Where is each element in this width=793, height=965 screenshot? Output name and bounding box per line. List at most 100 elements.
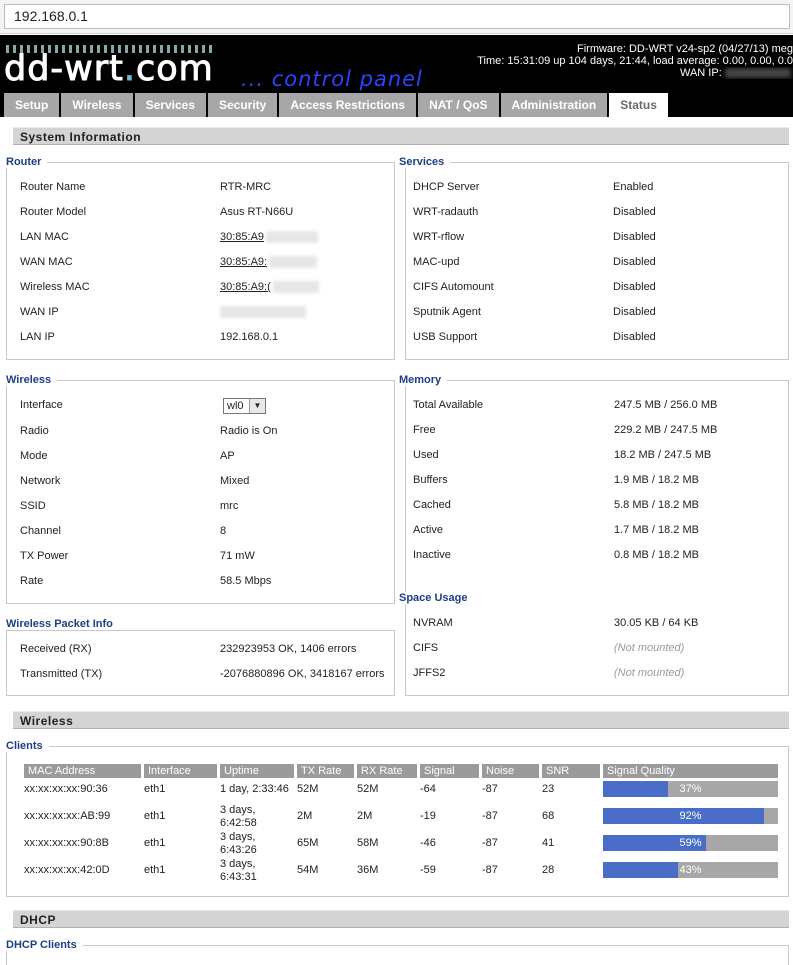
- client-uptime: 3 days,: [220, 858, 256, 870]
- lan-mac-mac-text[interactable]: 30:85:A9: [220, 231, 264, 243]
- jffs2-value: (Not mounted): [614, 667, 684, 679]
- column-header-signal[interactable]: Signal: [420, 764, 479, 778]
- wan-ip-row: WAN IP:: [679, 67, 793, 79]
- wireless-mac-label: Wireless MAC: [20, 281, 90, 293]
- wan-ip-redacted: [724, 68, 791, 79]
- section-system-information: System Information: [13, 127, 789, 145]
- rate-value-text: 58.5 Mbps: [220, 575, 272, 587]
- lan-mac-redacted: [266, 231, 319, 244]
- wireless-mac-mac-text[interactable]: 30:85:A9:(: [220, 281, 271, 293]
- transmitted-tx-value-text: -2076880896 OK, 3418167 errors: [220, 668, 385, 680]
- dhcp-server-label: DHCP Server: [413, 181, 480, 193]
- sputnik-agent-value-text: Disabled: [613, 306, 656, 318]
- client-noise: -87: [482, 837, 498, 849]
- client-uptime: 3 days,: [220, 804, 256, 816]
- channel-value-text: 8: [220, 525, 227, 537]
- packet-info-legend: Wireless Packet Info: [6, 618, 119, 630]
- wan-ip-label: WAN IP:: [680, 67, 722, 79]
- channel-label: Channel: [20, 525, 61, 537]
- tab-administration[interactable]: Administration: [500, 93, 610, 117]
- signal-quality-percent: 43%: [679, 864, 702, 876]
- usb-support-label: USB Support: [413, 331, 478, 343]
- wan-mac-label: WAN MAC: [20, 256, 73, 268]
- free-label: Free: [413, 424, 436, 436]
- mode-value: AP: [220, 450, 235, 462]
- tab-setup[interactable]: Setup: [4, 93, 62, 117]
- lan-mac-label: LAN MAC: [20, 231, 69, 243]
- used-value: 18.2 MB / 247.5 MB: [614, 449, 711, 461]
- client-snr: 41: [542, 837, 555, 849]
- browser-toolbar: 192.168.0.1: [0, 0, 793, 34]
- tab-wireless[interactable]: Wireless: [61, 93, 135, 117]
- column-header-rx-rate[interactable]: RX Rate: [357, 764, 417, 778]
- total-available-value: 247.5 MB / 256.0 MB: [614, 399, 717, 411]
- wireless-mac-value: 30:85:A9:(: [220, 281, 319, 294]
- client-tx-rate: 2M: [297, 810, 313, 822]
- interface-select[interactable]: wl0 ▼: [223, 398, 266, 414]
- free-value-text: 229.2 MB / 247.5 MB: [614, 424, 718, 436]
- inactive-value: 0.8 MB / 18.2 MB: [614, 549, 699, 561]
- tx-power-label: TX Power: [20, 550, 69, 562]
- active-label: Active: [413, 524, 443, 536]
- total-available-label: Total Available: [413, 399, 484, 411]
- column-header-uptime[interactable]: Uptime: [220, 764, 294, 778]
- address-bar[interactable]: 192.168.0.1: [4, 4, 790, 29]
- nvram-value-text: 30.05 KB / 64 KB: [614, 617, 699, 629]
- rate-value: 58.5 Mbps: [220, 575, 271, 587]
- dhcp-clients-legend: DHCP Clients: [6, 939, 83, 951]
- column-header-snr[interactable]: SNR: [542, 764, 600, 778]
- transmitted-tx-label: Transmitted (TX): [20, 668, 103, 680]
- nvram-value: 30.05 KB / 64 KB: [614, 617, 698, 629]
- tab-nat-qos[interactable]: NAT / QoS: [418, 93, 501, 117]
- buffers-value-text: 1.9 MB / 18.2 MB: [614, 474, 699, 486]
- active-value: 1.7 MB / 18.2 MB: [614, 524, 699, 536]
- client-signal: -64: [420, 783, 436, 795]
- client-interface: eth1: [144, 837, 166, 849]
- network-label: Network: [20, 475, 61, 487]
- clients-legend: Clients: [6, 740, 49, 752]
- wan-ip-redacted: [220, 306, 306, 319]
- mode-value-text: AP: [220, 450, 235, 462]
- sputnik-agent-label: Sputnik Agent: [413, 306, 481, 318]
- client-noise: -87: [482, 783, 498, 795]
- router-legend: Router: [6, 156, 48, 168]
- address-text[interactable]: 192.168.0.1: [14, 8, 88, 24]
- chevron-down-icon[interactable]: ▼: [249, 399, 265, 413]
- wrt-rflow-value-text: Disabled: [613, 231, 656, 243]
- buffers-value: 1.9 MB / 18.2 MB: [614, 474, 699, 486]
- wan-mac-value: 30:85:A9:: [220, 256, 318, 269]
- logo[interactable]: dd-wrt.com: [4, 49, 214, 90]
- tab-security[interactable]: Security: [208, 93, 280, 117]
- client-uptime-time: 6:43:26: [220, 844, 257, 856]
- ssid-value-text: mrc: [220, 500, 239, 512]
- cifs-value: (Not mounted): [614, 642, 684, 654]
- mac-upd-value-text: Disabled: [613, 256, 656, 268]
- column-header-signal-quality[interactable]: Signal Quality: [603, 764, 778, 778]
- client-rx-rate: 36M: [357, 864, 379, 876]
- client-snr: 68: [542, 810, 555, 822]
- column-header-noise[interactable]: Noise: [482, 764, 539, 778]
- tab-access-restrictions[interactable]: Access Restrictions: [279, 93, 419, 117]
- mac-upd-value: Disabled: [613, 256, 656, 268]
- wireless-mac-redacted: [272, 281, 319, 294]
- client-rx-rate: 58M: [357, 837, 379, 849]
- services-legend: Services: [399, 156, 451, 168]
- tab-status[interactable]: Status: [609, 93, 670, 117]
- wireless-legend: Wireless: [6, 374, 58, 386]
- inactive-value-text: 0.8 MB / 18.2 MB: [614, 549, 699, 561]
- router-name-value-text: RTR-MRC: [220, 181, 272, 193]
- wrt-radauth-label: WRT-radauth: [413, 206, 479, 218]
- used-value-text: 18.2 MB / 247.5 MB: [614, 449, 712, 461]
- tab-services[interactable]: Services: [134, 93, 208, 117]
- router-model-value-text: Asus RT-N66U: [220, 206, 294, 218]
- column-header-interface[interactable]: Interface: [144, 764, 217, 778]
- client-snr: 23: [542, 783, 555, 795]
- column-header-tx-rate[interactable]: TX Rate: [297, 764, 354, 778]
- client-signal: -59: [420, 864, 436, 876]
- rate-label: Rate: [20, 575, 44, 587]
- sputnik-agent-value: Disabled: [613, 306, 656, 318]
- wrt-rflow-label: WRT-rflow: [413, 231, 465, 243]
- wan-mac-mac-text[interactable]: 30:85:A9:: [220, 256, 267, 268]
- client-mac: xx:xx:xx:xx:42:0D: [24, 864, 110, 876]
- column-header-mac-address[interactable]: MAC Address: [24, 764, 141, 778]
